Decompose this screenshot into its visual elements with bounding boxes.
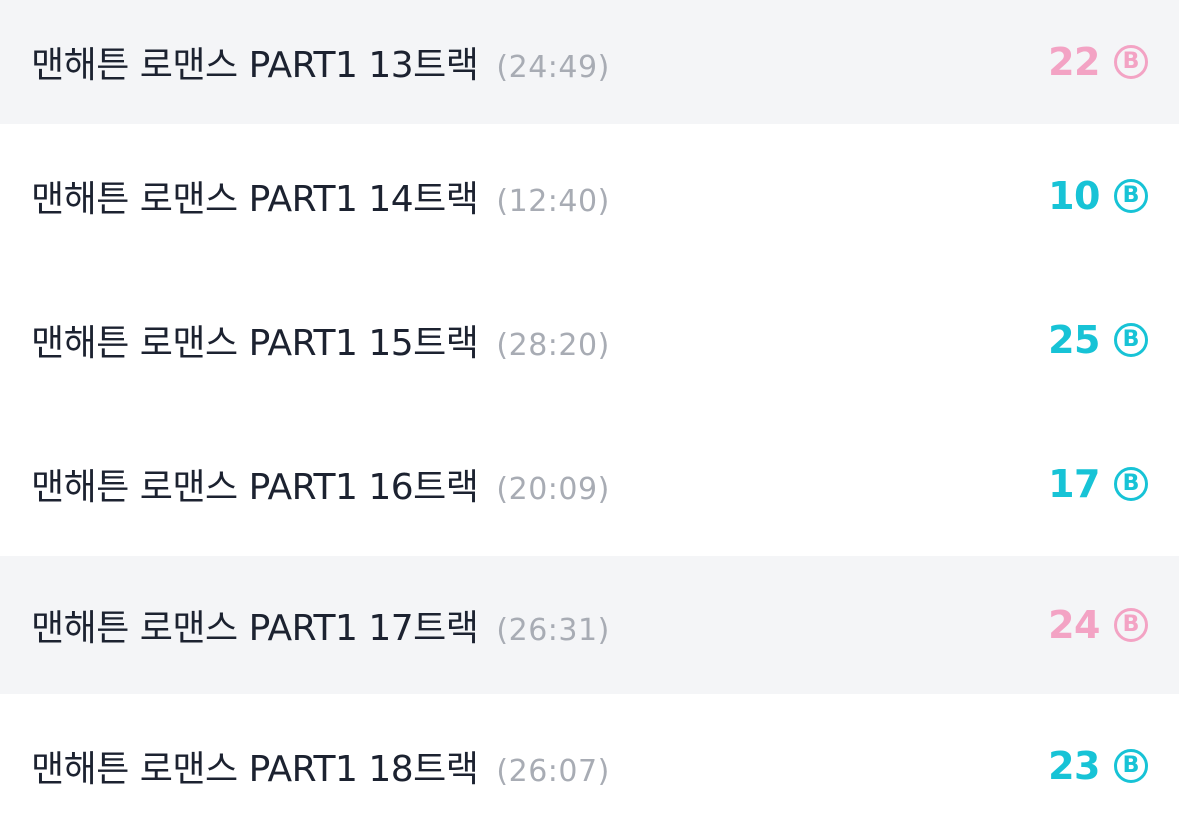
track-row[interactable]: 맨해튼 로맨스 PART1 13트랙 (24:49) 22 B bbox=[0, 0, 1179, 124]
track-price: 25 bbox=[1048, 318, 1100, 362]
track-info: 맨해튼 로맨스 PART1 14트랙 (12:40) bbox=[31, 170, 610, 222]
track-title: 맨해튼 로맨스 PART1 18트랙 bbox=[31, 749, 479, 790]
track-info: 맨해튼 로맨스 PART1 16트랙 (20:09) bbox=[31, 458, 610, 510]
track-price-area[interactable]: 22 B bbox=[1048, 40, 1148, 84]
track-price: 23 bbox=[1048, 744, 1100, 788]
track-list: 맨해튼 로맨스 PART1 13트랙 (24:49) 22 B 맨해튼 로맨스 … bbox=[0, 0, 1179, 838]
track-info: 맨해튼 로맨스 PART1 15트랙 (28:20) bbox=[31, 314, 610, 366]
coin-b-icon: B bbox=[1114, 467, 1148, 501]
coin-b-icon: B bbox=[1114, 179, 1148, 213]
coin-b-icon: B bbox=[1114, 323, 1148, 357]
track-title: 맨해튼 로맨스 PART1 17트랙 bbox=[31, 608, 479, 649]
track-info: 맨해튼 로맨스 PART1 17트랙 (26:31) bbox=[31, 599, 610, 651]
track-price-area[interactable]: 23 B bbox=[1048, 744, 1148, 788]
track-title: 맨해튼 로맨스 PART1 16트랙 bbox=[31, 467, 479, 508]
track-title: 맨해튼 로맨스 PART1 15트랙 bbox=[31, 323, 479, 364]
track-price-area[interactable]: 10 B bbox=[1048, 174, 1148, 218]
track-duration: (28:20) bbox=[496, 328, 610, 363]
track-duration: (26:07) bbox=[496, 754, 610, 789]
track-info: 맨해튼 로맨스 PART1 13트랙 (24:49) bbox=[31, 36, 610, 88]
track-row[interactable]: 맨해튼 로맨스 PART1 15트랙 (28:20) 25 B bbox=[0, 268, 1179, 412]
track-duration: (20:09) bbox=[496, 472, 610, 507]
track-duration: (12:40) bbox=[496, 184, 610, 219]
track-info: 맨해튼 로맨스 PART1 18트랙 (26:07) bbox=[31, 740, 610, 792]
track-row[interactable]: 맨해튼 로맨스 PART1 18트랙 (26:07) 23 B bbox=[0, 694, 1179, 838]
coin-b-icon: B bbox=[1114, 608, 1148, 642]
track-price-area[interactable]: 25 B bbox=[1048, 318, 1148, 362]
coin-b-icon: B bbox=[1114, 749, 1148, 783]
track-title: 맨해튼 로맨스 PART1 13트랙 bbox=[31, 45, 479, 86]
track-price: 22 bbox=[1048, 40, 1100, 84]
track-price-area[interactable]: 17 B bbox=[1048, 462, 1148, 506]
track-price-area[interactable]: 24 B bbox=[1048, 603, 1148, 647]
track-duration: (24:49) bbox=[496, 50, 610, 85]
coin-b-icon: B bbox=[1114, 45, 1148, 79]
track-row[interactable]: 맨해튼 로맨스 PART1 16트랙 (20:09) 17 B bbox=[0, 412, 1179, 556]
track-price: 24 bbox=[1048, 603, 1100, 647]
track-row[interactable]: 맨해튼 로맨스 PART1 17트랙 (26:31) 24 B bbox=[0, 556, 1179, 694]
track-duration: (26:31) bbox=[496, 613, 610, 648]
track-price: 17 bbox=[1048, 462, 1100, 506]
track-price: 10 bbox=[1048, 174, 1100, 218]
track-title: 맨해튼 로맨스 PART1 14트랙 bbox=[31, 179, 479, 220]
track-row[interactable]: 맨해튼 로맨스 PART1 14트랙 (12:40) 10 B bbox=[0, 124, 1179, 268]
